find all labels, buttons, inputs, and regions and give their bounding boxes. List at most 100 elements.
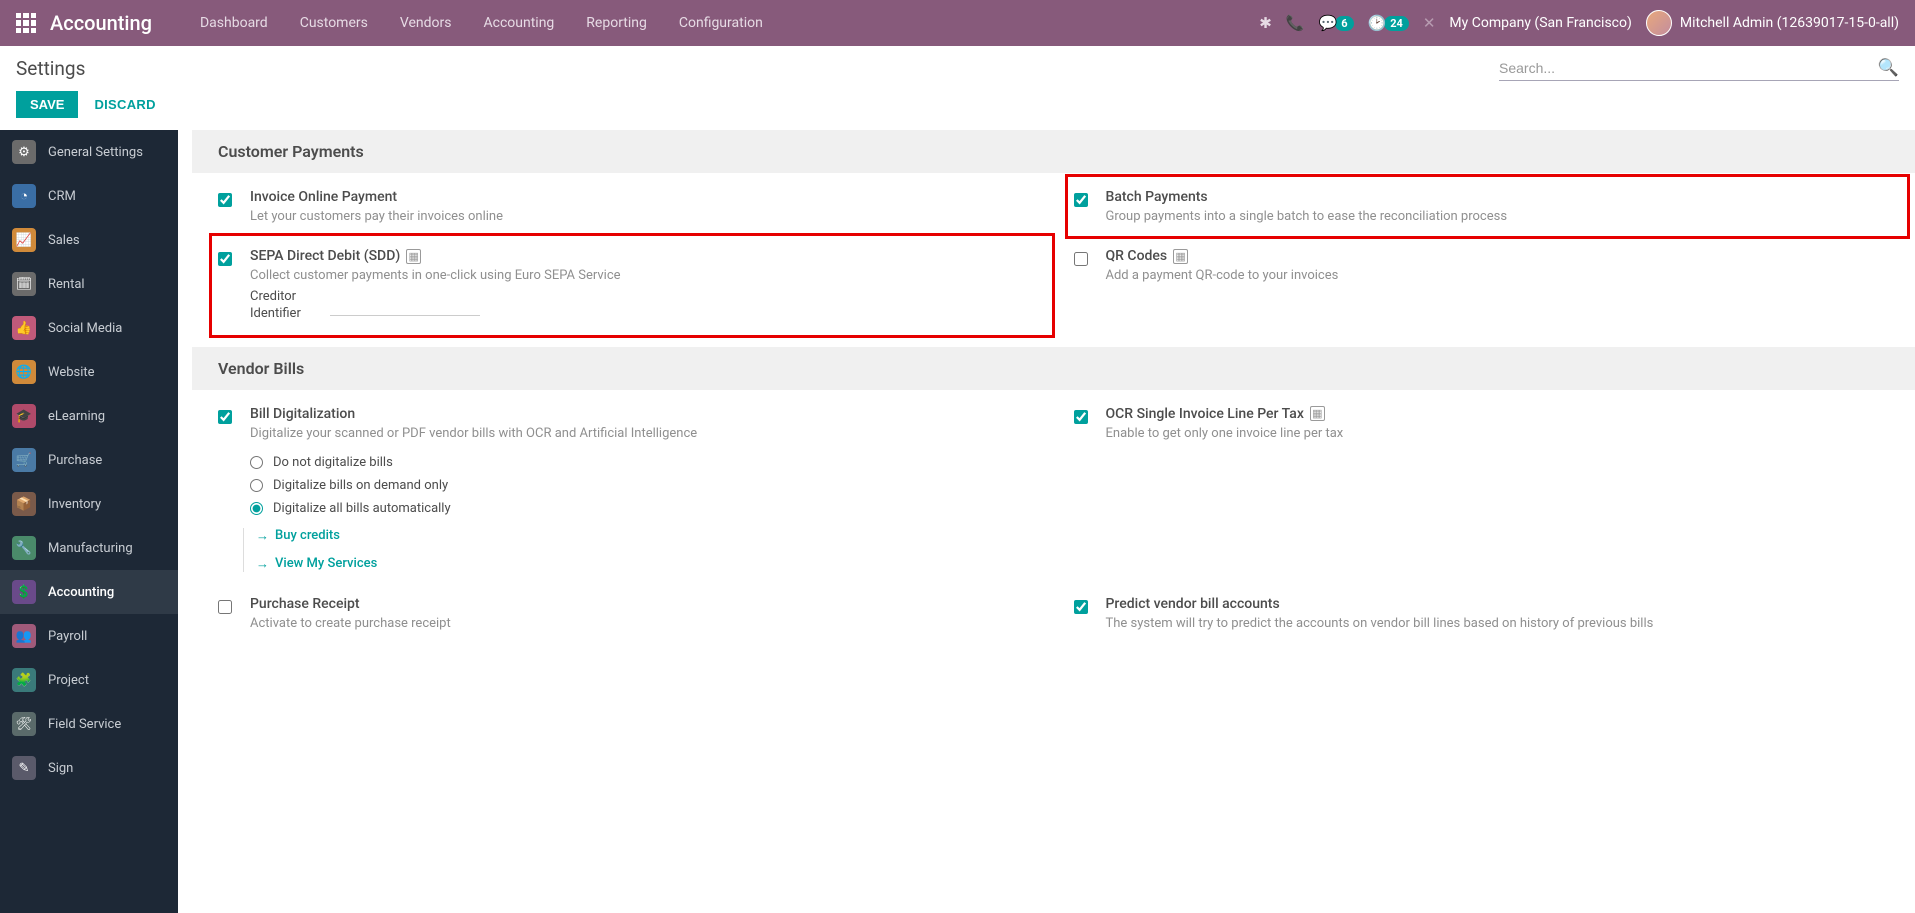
main: ⚙ General Settings ◔CRM📈Sales🗓Rental👍Socia… [0, 130, 1915, 913]
desc-sepa: Collect customer payments in one-click u… [250, 268, 1034, 283]
sidebar-icon: 🌐 [12, 360, 36, 384]
desc-bill-digitalization: Digitalize your scanned or PDF vendor bi… [250, 426, 697, 441]
sidebar-item-label: Website [48, 365, 95, 380]
desc-predict-accounts: The system will try to predict the accou… [1106, 616, 1654, 631]
setting-predict-accounts: Predict vendor bill accounts The system … [1074, 596, 1890, 631]
save-button[interactable]: SAVE [16, 91, 78, 118]
sidebar-item-sign[interactable]: ✎Sign [0, 746, 178, 790]
sidebar-icon: 🛒 [12, 448, 36, 472]
subheader: Settings 🔍 [0, 46, 1915, 81]
setting-ocr-single: OCR Single Invoice Line Per Tax Enable t… [1074, 406, 1890, 572]
discard-button[interactable]: DISCARD [94, 97, 155, 112]
checkbox-bill-digitalization[interactable] [218, 410, 232, 424]
messages-button[interactable]: 💬 6 [1319, 14, 1354, 32]
enterprise-icon[interactable] [406, 249, 421, 264]
checkbox-sepa[interactable] [218, 252, 232, 266]
nav-right: ✱ 📞 💬 6 🕑 24 ✕ My Company (San Francisco… [1259, 10, 1899, 36]
label-bill-digitalization: Bill Digitalization [250, 406, 697, 422]
enterprise-icon[interactable] [1310, 406, 1325, 421]
arrow-icon: → [256, 556, 269, 572]
radio-digitize-none[interactable] [250, 456, 263, 469]
sidebar-icon: 👥 [12, 624, 36, 648]
checkbox-batch-payments[interactable] [1074, 193, 1088, 207]
settings-sidebar: ⚙ General Settings ◔CRM📈Sales🗓Rental👍Socia… [0, 130, 178, 913]
company-selector[interactable]: My Company (San Francisco) [1449, 15, 1631, 31]
sidebar-icon: 🛠 [12, 712, 36, 736]
close-tray-icon[interactable]: ✕ [1423, 14, 1436, 32]
sidebar-item-general-settings[interactable]: ⚙ General Settings [0, 130, 178, 174]
sidebar-item-website[interactable]: 🌐 Website [0, 350, 178, 394]
sidebar-icon: ✎ [12, 756, 36, 780]
link-view-services[interactable]: →View My Services [256, 556, 697, 572]
nav-menu: Dashboard Customers Vendors Accounting R… [184, 0, 779, 46]
sidebar-item-manufacturing[interactable]: 🔧Manufacturing [0, 526, 178, 570]
nav-accounting[interactable]: Accounting [467, 0, 570, 46]
sidebar-item-crm[interactable]: ◔CRM [0, 174, 178, 218]
search-wrap: 🔍 [1499, 56, 1899, 81]
sidebar-item-field-service[interactable]: 🛠Field Service [0, 702, 178, 746]
search-input[interactable] [1499, 56, 1878, 80]
sidebar-item-purchase[interactable]: 🛒 Purchase [0, 438, 178, 482]
nav-customers[interactable]: Customers [284, 0, 384, 46]
sidebar-item-accounting[interactable]: 💲Accounting [0, 570, 178, 614]
bug-icon[interactable]: ✱ [1259, 14, 1272, 32]
section-customer-payments: Invoice Online Payment Let your customer… [192, 173, 1915, 347]
chat-icon: 💬 [1319, 14, 1338, 32]
setting-qr-codes: QR Codes Add a payment QR-code to your i… [1074, 248, 1890, 323]
desc-ocr-single: Enable to get only one invoice line per … [1106, 426, 1344, 441]
sidebar-item-social-media[interactable]: 👍Social Media [0, 306, 178, 350]
enterprise-icon[interactable] [1173, 249, 1188, 264]
setting-purchase-receipt: Purchase Receipt Activate to create purc… [218, 596, 1034, 631]
label-sepa: SEPA Direct Debit (SDD) [250, 248, 1034, 264]
sidebar-item-label: Payroll [48, 629, 87, 644]
sidebar-icon: 📦 [12, 492, 36, 516]
section-vendor-bills: Bill Digitalization Digitalize your scan… [192, 390, 1915, 655]
sidebar-item-rental[interactable]: 🗓Rental [0, 262, 178, 306]
sidebar-item-label: Purchase [48, 453, 102, 468]
sidebar-icon: 👍 [12, 316, 36, 340]
nav-dashboard[interactable]: Dashboard [184, 0, 284, 46]
label-invoice-online: Invoice Online Payment [250, 189, 503, 205]
sidebar-item-elearning[interactable]: 🎓eLearning [0, 394, 178, 438]
label-predict-accounts: Predict vendor bill accounts [1106, 596, 1654, 612]
sidebar-icon: 🎓 [12, 404, 36, 428]
settings-content: Customer Payments Invoice Online Payment… [178, 130, 1915, 913]
sidebar-item-inventory[interactable]: 📦Inventory [0, 482, 178, 526]
sidebar-item-label: General Settings [48, 145, 143, 160]
checkbox-qr-codes[interactable] [1074, 252, 1088, 266]
sidebar-item-sales[interactable]: 📈Sales [0, 218, 178, 262]
checkbox-ocr-single[interactable] [1074, 410, 1088, 424]
sidebar-item-label: Accounting [48, 585, 114, 600]
search-icon[interactable]: 🔍 [1878, 58, 1899, 78]
link-buy-credits[interactable]: →Buy credits [256, 528, 697, 544]
desc-purchase-receipt: Activate to create purchase receipt [250, 616, 451, 631]
sidebar-item-label: CRM [48, 189, 76, 204]
checkbox-purchase-receipt[interactable] [218, 600, 232, 614]
nav-configuration[interactable]: Configuration [663, 0, 779, 46]
user-menu[interactable]: Mitchell Admin (12639017-15-0-all) [1646, 10, 1899, 36]
sidebar-icon: ⚙ [12, 140, 36, 164]
checkbox-predict-accounts[interactable] [1074, 600, 1088, 614]
radio-digitize-demand[interactable] [250, 479, 263, 492]
desc-qr-codes: Add a payment QR-code to your invoices [1106, 268, 1339, 283]
sidebar-icon: 🔧 [12, 536, 36, 560]
phone-icon[interactable]: 📞 [1286, 14, 1305, 32]
messages-badge: 6 [1335, 16, 1353, 31]
label-purchase-receipt: Purchase Receipt [250, 596, 451, 612]
input-creditor-id[interactable] [330, 296, 480, 316]
sidebar-icon: 🗓 [12, 272, 36, 296]
apps-icon[interactable] [16, 13, 36, 33]
sidebar-item-project[interactable]: 🧩Project [0, 658, 178, 702]
radio-digitize-auto[interactable] [250, 502, 263, 515]
setting-bill-digitalization: Bill Digitalization Digitalize your scan… [218, 406, 1034, 572]
sidebar-icon: 📈 [12, 228, 36, 252]
activities-button[interactable]: 🕑 24 [1368, 14, 1409, 32]
setting-batch-payments: Batch Payments Group payments into a sin… [1074, 183, 1902, 230]
nav-vendors[interactable]: Vendors [384, 0, 468, 46]
user-name: Mitchell Admin (12639017-15-0-all) [1680, 15, 1899, 31]
setting-invoice-online: Invoice Online Payment Let your customer… [218, 189, 1034, 224]
checkbox-invoice-online[interactable] [218, 193, 232, 207]
app-brand[interactable]: Accounting [50, 11, 152, 35]
nav-reporting[interactable]: Reporting [570, 0, 663, 46]
sidebar-item-payroll[interactable]: 👥 Payroll [0, 614, 178, 658]
